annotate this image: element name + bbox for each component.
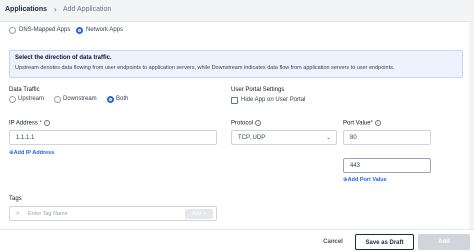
hide-app-on-user-portal-label: Hide App on User Portal [241, 97, 306, 103]
port-value-2: 443 [350, 163, 361, 169]
cancel-button[interactable]: Cancel [315, 234, 351, 250]
scrollbar[interactable] [469, 22, 474, 229]
tags-placeholder: Enter Tag Name [28, 211, 68, 217]
radio-upstream[interactable] [9, 96, 16, 103]
radio-both[interactable] [107, 96, 114, 103]
radio-network-apps-label: Network Apps [86, 27, 124, 33]
radio-dns-mapped-apps[interactable] [9, 27, 16, 34]
add-button[interactable]: Add [418, 234, 470, 250]
port-value-input-1[interactable]: 80 [343, 130, 431, 145]
info-title: Select the direction of data traffic. [15, 55, 112, 61]
add-port-value-link[interactable]: ⊕Add Port Value [343, 177, 387, 183]
breadcrumb-current-page: Add Application [63, 6, 112, 13]
breadcrumb-separator: › [54, 5, 57, 14]
protocol-label: Protocol i [231, 120, 262, 127]
radio-downstream[interactable] [54, 96, 61, 103]
ip-address-label-text: IP Address [9, 120, 38, 127]
port-value-input-2[interactable]: 443 [343, 158, 431, 173]
radio-downstream-label: Downstream [63, 96, 97, 102]
add-tag-button[interactable]: Add + [185, 209, 213, 219]
radio-both-label: Both [116, 96, 129, 102]
protocol-label-text: Protocol [231, 120, 254, 127]
chevron-down-icon: ⌄ [325, 135, 331, 141]
required-marker: * [370, 120, 373, 127]
add-ip-address-label: Add IP Address [13, 150, 55, 156]
breadcrumb: Applications › Add Application [0, 0, 474, 22]
info-text: Upstream denotes data flowing from user … [15, 65, 395, 71]
port-value-1: 80 [350, 135, 357, 141]
port-value-help-icon[interactable]: i [374, 120, 381, 126]
ip-address-label: IP Address * i [9, 120, 50, 127]
search-icon: ⌕ [16, 210, 20, 217]
port-value-label: Port Value* i [343, 120, 381, 127]
ip-address-value: 1.1.1.1 [16, 135, 35, 141]
hide-app-on-user-portal-checkbox[interactable] [231, 97, 238, 104]
protocol-select[interactable]: TCP, UDP ⌄ [231, 130, 337, 145]
breadcrumb-applications-link[interactable]: Applications [5, 6, 47, 13]
save-as-draft-button[interactable]: Save as Draft [355, 234, 414, 250]
add-ip-address-link[interactable]: ⊕Add IP Address [9, 150, 54, 156]
required-marker: * [39, 120, 42, 127]
radio-dns-mapped-apps-label: DNS-Mapped Apps [19, 27, 71, 33]
traffic-direction-info-box: Select the direction of data traffic. Up… [9, 50, 463, 78]
tags-input[interactable]: ⌕ Enter Tag Name Add + [9, 206, 217, 221]
protocol-help-icon[interactable]: i [255, 120, 262, 126]
protocol-value: TCP, UDP [238, 135, 266, 141]
footer-divider [0, 229, 474, 230]
port-value-label-text: Port Value [343, 120, 371, 127]
tags-label: Tags [9, 196, 22, 202]
ip-address-help-icon[interactable]: i [43, 120, 50, 126]
radio-network-apps[interactable] [76, 27, 83, 34]
add-port-value-label: Add Port Value [347, 177, 387, 183]
user-portal-settings-label: User Portal Settings [231, 87, 285, 93]
data-traffic-label: Data Traffic [9, 87, 40, 93]
ip-address-input[interactable]: 1.1.1.1 [9, 130, 217, 145]
radio-upstream-label: Upstream [18, 96, 45, 102]
